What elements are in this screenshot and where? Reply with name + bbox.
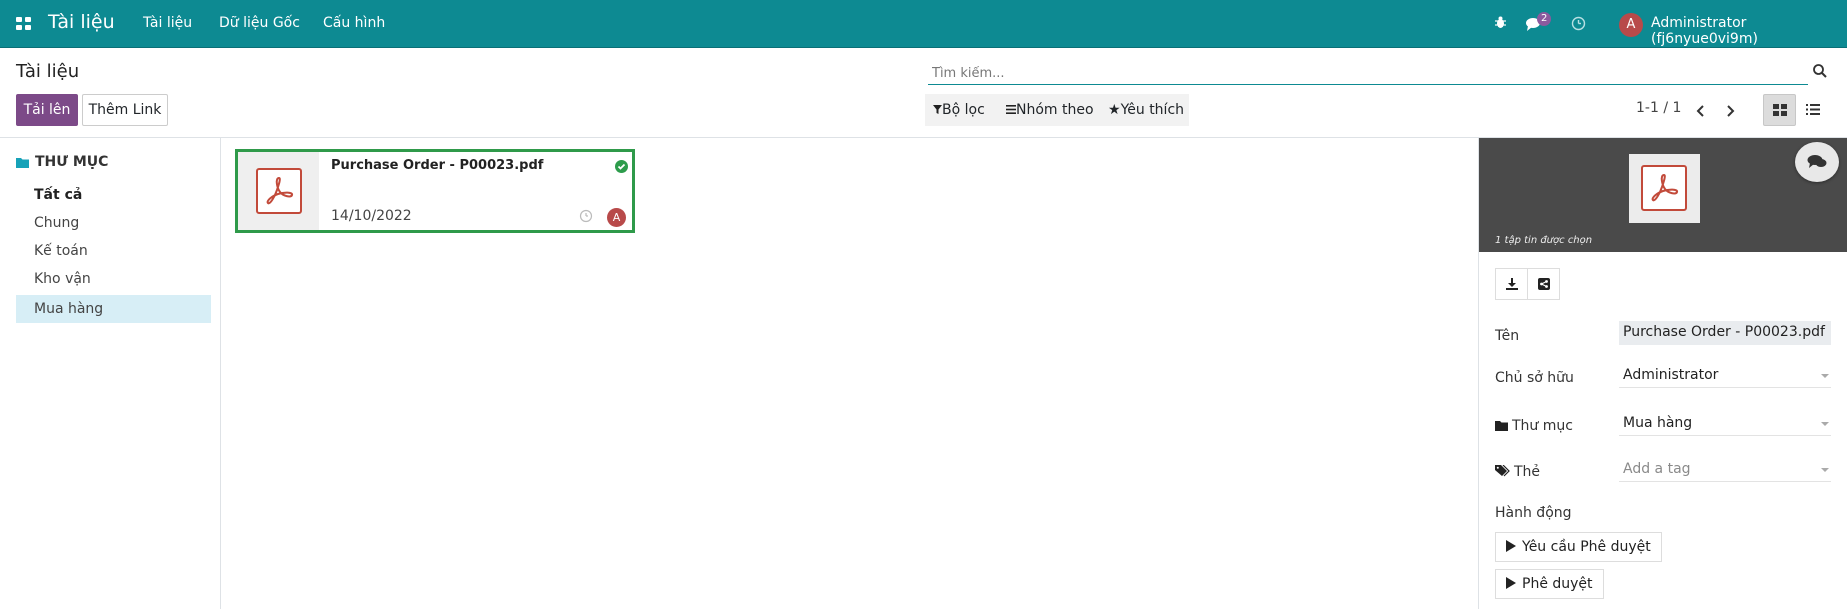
folder-select[interactable]: Mua hàng bbox=[1619, 412, 1831, 436]
play-icon bbox=[1506, 577, 1516, 589]
search-options-bar: Bộ lọc Nhóm theo ★Yêu thích bbox=[925, 94, 1189, 126]
caret-down-icon bbox=[1821, 468, 1829, 472]
activity-clock-icon[interactable] bbox=[579, 209, 593, 223]
search-bar bbox=[928, 60, 1808, 85]
tags-label: Thẻ bbox=[1495, 464, 1540, 480]
apps-menu-icon[interactable] bbox=[16, 17, 31, 31]
chevron-left-icon[interactable] bbox=[1695, 104, 1707, 118]
owner-select[interactable]: Administrator bbox=[1619, 364, 1831, 388]
tags-placeholder: Add a tag bbox=[1623, 461, 1691, 477]
add-link-button[interactable]: Thêm Link bbox=[82, 94, 168, 126]
activity-clock-icon[interactable] bbox=[1571, 16, 1586, 31]
tags-input[interactable]: Add a tag bbox=[1619, 458, 1831, 482]
group-by-icon bbox=[1006, 105, 1016, 114]
document-name[interactable]: Purchase Order - P00023.pdf bbox=[331, 158, 543, 173]
approve-button[interactable]: Phê duyệt bbox=[1495, 569, 1604, 599]
folder-label-text: Thư mục bbox=[1512, 418, 1573, 434]
chevron-right-icon[interactable] bbox=[1724, 104, 1736, 118]
request-approval-button[interactable]: Yêu cầu Phê duyệt bbox=[1495, 532, 1662, 562]
download-button[interactable] bbox=[1495, 268, 1528, 300]
download-icon bbox=[1506, 278, 1518, 290]
folders-heading: THƯ MỤC bbox=[16, 154, 108, 170]
kanban-icon bbox=[1773, 104, 1787, 116]
folder-accounting[interactable]: Kế toán bbox=[16, 237, 211, 265]
bug-icon[interactable] bbox=[1494, 16, 1507, 29]
preview-area: 1 tập tin được chọn bbox=[1479, 138, 1847, 252]
check-circle-icon bbox=[615, 160, 628, 173]
menu-configuration[interactable]: Cấu hình bbox=[323, 15, 385, 31]
search-input[interactable] bbox=[930, 63, 1774, 83]
owner-label: Chủ sở hữu bbox=[1495, 370, 1574, 386]
folder-purchase[interactable]: Mua hàng bbox=[16, 295, 211, 323]
folder-panel: THƯ MỤC Tất cả Chung Kế toán Kho vận Mua… bbox=[0, 138, 221, 609]
app-title[interactable]: Tài liệu bbox=[48, 11, 115, 33]
play-icon bbox=[1506, 540, 1516, 552]
top-navbar: Tài liệu Tài liệu Dữ liệu Gốc Cấu hình 2… bbox=[0, 0, 1847, 48]
filters-button[interactable]: Bộ lọc bbox=[933, 94, 985, 126]
search-icon[interactable] bbox=[1812, 63, 1828, 79]
menu-documents[interactable]: Tài liệu bbox=[143, 15, 192, 31]
folders-heading-label: THƯ MỤC bbox=[35, 154, 109, 170]
request-approval-label: Yêu cầu Phê duyệt bbox=[1522, 539, 1651, 555]
folder-general[interactable]: Chung bbox=[16, 209, 211, 237]
owner-avatar[interactable]: A bbox=[607, 208, 626, 227]
folder-icon bbox=[16, 158, 29, 168]
filters-label: Bộ lọc bbox=[942, 102, 985, 118]
pdf-icon bbox=[1641, 165, 1687, 211]
favorites-button[interactable]: ★Yêu thích bbox=[1108, 94, 1184, 126]
list-icon bbox=[1806, 104, 1820, 115]
group-by-label: Nhóm theo bbox=[1016, 102, 1094, 118]
tags-icon bbox=[1495, 464, 1510, 477]
document-card[interactable]: Purchase Order - P00023.pdf 14/10/2022 A bbox=[235, 149, 635, 233]
tags-label-text: Thẻ bbox=[1514, 464, 1541, 480]
caret-down-icon bbox=[1821, 374, 1829, 378]
filter-icon bbox=[933, 105, 942, 114]
name-field[interactable]: Purchase Order - P00023.pdf bbox=[1619, 321, 1831, 345]
actions-label: Hành động bbox=[1495, 505, 1572, 521]
user-menu[interactable]: Administrator (fj6nyue0vi9m) bbox=[1651, 15, 1847, 47]
caret-down-icon bbox=[1821, 422, 1829, 426]
pdf-icon bbox=[256, 168, 302, 214]
share-icon bbox=[1538, 278, 1550, 290]
upload-button[interactable]: Tải lên bbox=[16, 94, 78, 126]
folder-label: Thư mục bbox=[1495, 418, 1573, 434]
selection-count: 1 tập tin được chọn bbox=[1495, 235, 1593, 246]
chat-count-badge: 2 bbox=[1537, 12, 1552, 26]
owner-value: Administrator bbox=[1623, 367, 1719, 383]
folder-all[interactable]: Tất cả bbox=[16, 181, 211, 209]
share-button[interactable] bbox=[1527, 268, 1560, 300]
page-title: Tài liệu bbox=[16, 61, 80, 82]
document-date: 14/10/2022 bbox=[331, 208, 412, 224]
folder-icon bbox=[1495, 421, 1508, 431]
star-icon: ★ bbox=[1108, 102, 1121, 118]
chatter-toggle-button[interactable] bbox=[1795, 142, 1839, 182]
favorites-label: Yêu thích bbox=[1120, 102, 1185, 118]
preview-thumbnail[interactable] bbox=[1629, 154, 1700, 223]
approve-label: Phê duyệt bbox=[1522, 576, 1593, 592]
document-inspector: 1 tập tin được chọn Tên Purchase Order -… bbox=[1478, 138, 1847, 609]
comments-icon bbox=[1807, 155, 1827, 168]
menu-master-data[interactable]: Dữ liệu Gốc bbox=[219, 15, 300, 31]
document-thumbnail[interactable] bbox=[238, 152, 319, 230]
folder-inventory[interactable]: Kho vận bbox=[16, 265, 211, 293]
folder-value: Mua hàng bbox=[1623, 415, 1693, 431]
name-label: Tên bbox=[1495, 328, 1520, 344]
group-by-button[interactable]: Nhóm theo bbox=[1006, 94, 1094, 126]
pager-value[interactable]: 1-1 / 1 bbox=[1636, 100, 1681, 116]
list-view-button[interactable] bbox=[1797, 94, 1830, 126]
kanban-view-button[interactable] bbox=[1763, 94, 1796, 126]
user-avatar[interactable]: A bbox=[1619, 13, 1643, 37]
